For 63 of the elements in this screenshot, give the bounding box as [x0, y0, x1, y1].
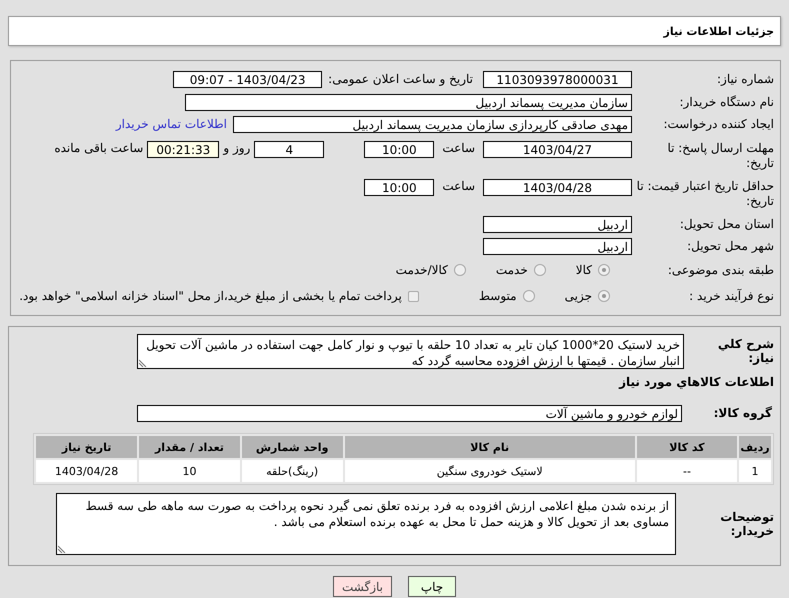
text-field[interactable]: 1103093978000031: [483, 70, 632, 88]
date-field[interactable]: 1403/04/28: [483, 179, 632, 196]
column-header: واحد شمارش: [242, 436, 343, 458]
table-cell: 1403/04/28: [36, 460, 138, 482]
field-label: توضیحات خریدار:: [719, 510, 774, 538]
option-label: متوسط: [478, 289, 517, 303]
radio-button[interactable]: [522, 290, 535, 302]
page-title: جزئیات اطلاعات نیاز: [664, 24, 774, 38]
description-field[interactable]: خرید لاستیک 20*1000 کیان تایر به تعداد 10 حلقه با تیوپ و نوار کامل جهت استفاده در ماشین آلات تحویل انبار سازمان . قیمتها با ارزش افزوده محاسبه گردد که: [137, 334, 684, 368]
column-header: ردیف: [739, 436, 771, 458]
checkbox[interactable]: [408, 290, 419, 302]
option-label: جزیی: [564, 289, 592, 303]
radio-button[interactable]: [598, 264, 610, 276]
table-cell: (رینگ)حلقه: [242, 460, 343, 482]
text-field[interactable]: 1403/04/23 - 09:07: [173, 70, 322, 88]
field-label: شهر محل تحویل:: [686, 238, 774, 254]
text-field[interactable]: اردبیل: [483, 216, 632, 232]
table-cell: 10: [139, 460, 240, 482]
field-label: شماره نیاز:: [716, 72, 774, 86]
buyer-notes-field[interactable]: از برنده شدن مبلغ اعلامی ارزش افزوده به فرد برنده تعلق نمی گیرد نحوه پرداخت به صورت سه ماهه طی سه قسط مساوی بعد از تحویل کالا و هزینه حمل تا محل به عهده برنده استعلام می باشد .: [56, 493, 676, 555]
field-label: حداقل تاریخ اعتبار قیمت: تا تاریخ:: [636, 179, 774, 209]
days-field[interactable]: 4: [254, 141, 324, 158]
back-button[interactable]: بازگشت: [333, 576, 392, 597]
field-label: تاریخ و ساعت اعلان عمومی:: [328, 72, 473, 86]
field-label: نام دستگاه خریدار:: [678, 94, 774, 110]
field-label: ایجاد کننده درخواست:: [662, 116, 774, 132]
section-heading: اطلاعات کالاهاي مورد نیاز: [619, 375, 774, 389]
contact-link[interactable]: اطلاعات تماس خریدار: [116, 117, 227, 131]
time-field[interactable]: 10:00: [364, 141, 434, 158]
option-label: کالا: [576, 263, 592, 277]
time-field[interactable]: 10:00: [364, 179, 434, 196]
field-label: استان محل تحویل:: [678, 216, 774, 232]
field-label: مهلت ارسال پاسخ: تا تاریخ:: [666, 141, 774, 171]
resize-grip-icon[interactable]: [139, 358, 147, 366]
resize-grip-icon[interactable]: [58, 545, 66, 553]
field-label: گروه کالا:: [712, 406, 773, 420]
table-cell: 1: [739, 460, 771, 482]
column-header: تاریخ نیاز: [36, 436, 138, 458]
text-field[interactable]: سازمان مدیریت پسماند اردبیل: [185, 94, 632, 110]
table-cell: لاستیک خودروی سنگین: [344, 460, 635, 482]
remaining-label: ساعت باقی مانده: [54, 141, 144, 155]
option-label: کالا/خدمت: [396, 263, 448, 277]
column-header: نام کالا: [344, 436, 635, 458]
date-field[interactable]: 1403/04/27: [483, 141, 632, 158]
field-label: شرح کلي نیاز:: [716, 337, 774, 365]
radio-button[interactable]: [598, 290, 610, 302]
option-label: خدمت: [496, 263, 528, 277]
text-field[interactable]: اردبیل: [483, 238, 632, 254]
column-header: کد کالا: [636, 436, 738, 458]
days-label: روز و: [223, 141, 250, 155]
column-header: تعداد / مقدار: [139, 436, 240, 458]
time-label: ساعت: [442, 141, 475, 155]
text-field[interactable]: لوازم خودرو و ماشین آلات: [137, 404, 682, 422]
time-label: ساعت: [442, 179, 475, 193]
remaining-time-field[interactable]: 00:21:33: [147, 141, 220, 158]
radio-button[interactable]: [454, 264, 466, 276]
field-label: نوع فرآیند خرید :: [688, 288, 774, 304]
table-cell: --: [636, 460, 738, 482]
checkbox-label: پرداخت تمام یا بخشی از مبلغ خرید،از محل "اسناد خزانه اسلامی" خواهد بود.: [19, 289, 402, 303]
radio-button[interactable]: [534, 264, 546, 276]
print-button[interactable]: چاپ: [408, 576, 456, 597]
field-label: طبقه بندی موضوعی:: [666, 262, 774, 278]
text-field[interactable]: مهدی صادقی کارپردازی سازمان مدیریت پسماند اردبیل: [233, 116, 632, 132]
